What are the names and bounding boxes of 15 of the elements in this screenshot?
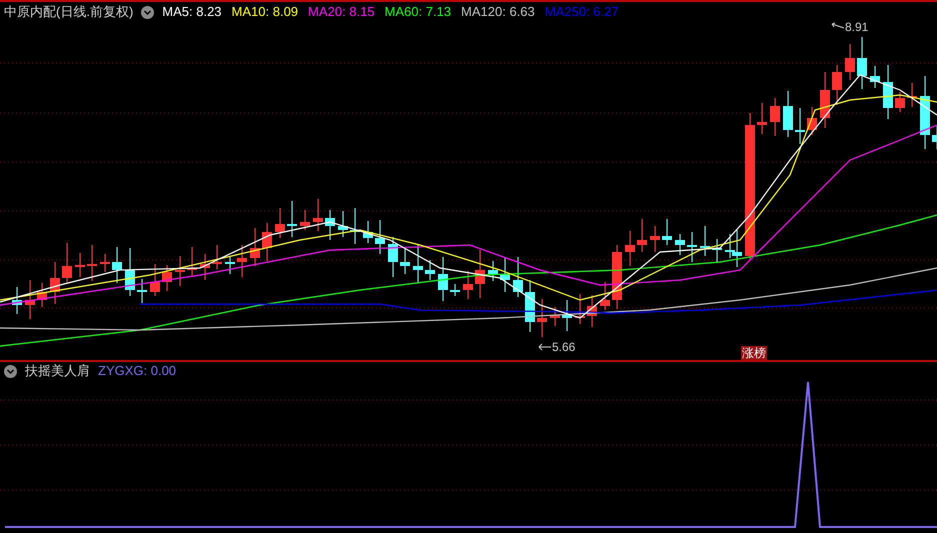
limit-up-badge: 涨榜 bbox=[741, 346, 767, 360]
indicator-value: MA5: 8.23 bbox=[162, 3, 222, 22]
indicator-value: MA60: 7.13 bbox=[384, 3, 452, 22]
arrow-icon bbox=[538, 342, 552, 352]
dropdown-icon[interactable] bbox=[4, 364, 17, 378]
high-price-label: 8.91 bbox=[845, 19, 868, 36]
indicator-value: MA120: 6.63 bbox=[461, 3, 535, 22]
indicator-title: 扶摇美人肩 bbox=[25, 362, 90, 380]
low-price-label: 5.66 bbox=[552, 339, 576, 356]
dropdown-icon[interactable] bbox=[141, 6, 154, 18]
indicator-value: MA10: 8.09 bbox=[232, 3, 298, 22]
stock-title: 中原内配(日线.前复权) bbox=[4, 3, 134, 22]
indicator-value: MA250: 6.27 bbox=[544, 3, 618, 22]
indicator-value: MA20: 8.15 bbox=[308, 3, 375, 22]
indicator-value: ZYGXG: 0.00 bbox=[98, 362, 176, 380]
